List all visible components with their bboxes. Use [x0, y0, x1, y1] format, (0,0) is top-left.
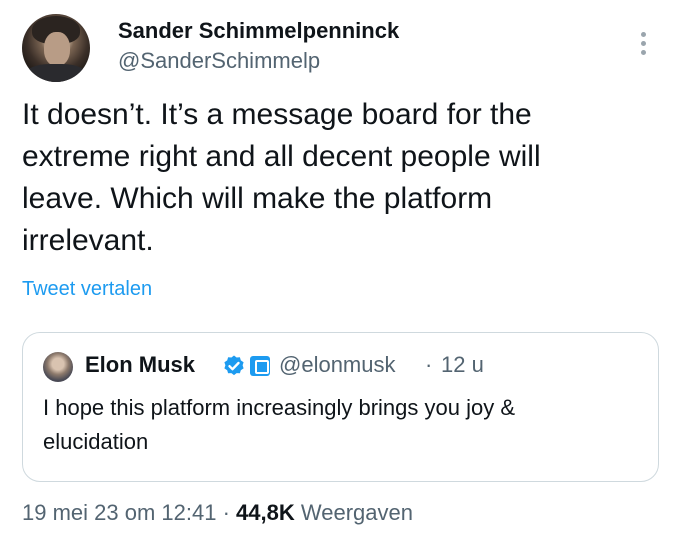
tweet-meta: 19 mei 23 om 12:41 · 44,8K Weergaven [22, 500, 413, 526]
quoted-tweet-text: I hope this platform increasingly brings… [43, 395, 516, 454]
affiliation-badge-icon[interactable] [250, 356, 270, 376]
quoted-timestamp[interactable]: 12 u [441, 352, 484, 378]
verified-badge-icon [224, 355, 244, 376]
more-vertical-icon[interactable] [636, 30, 652, 58]
avatar-shoulders [24, 64, 88, 82]
more-dot [641, 32, 646, 37]
meta-separator: · [222, 500, 230, 525]
quoted-author-name[interactable]: Elon Musk [85, 352, 195, 378]
more-dot [641, 50, 646, 55]
quoted-author-handle[interactable]: @elonmusk [279, 352, 396, 378]
views-count[interactable]: 44,8K [236, 500, 295, 525]
tweet-date[interactable]: 19 mei 23 om 12:41 [22, 500, 216, 525]
author-avatar[interactable] [22, 14, 90, 82]
author-name[interactable]: Sander Schimmelpenninck [118, 18, 399, 44]
more-dot [641, 41, 646, 46]
quoted-tweet[interactable]: Elon Musk @elonmusk · 12 u I hope this p… [22, 332, 659, 482]
translate-link[interactable]: Tweet vertalen [22, 278, 152, 301]
avatar-face [44, 32, 70, 66]
views-label: Weergaven [300, 500, 413, 525]
quoted-separator: · [425, 352, 433, 377]
quoted-avatar[interactable] [43, 352, 73, 382]
tweet-text: It doesn’t. It’s a message board for the… [22, 98, 541, 257]
tweet-card: Sander Schimmelpenninck @SanderSchimmelp… [0, 0, 680, 541]
author-handle[interactable]: @SanderSchimmelp [118, 48, 320, 74]
